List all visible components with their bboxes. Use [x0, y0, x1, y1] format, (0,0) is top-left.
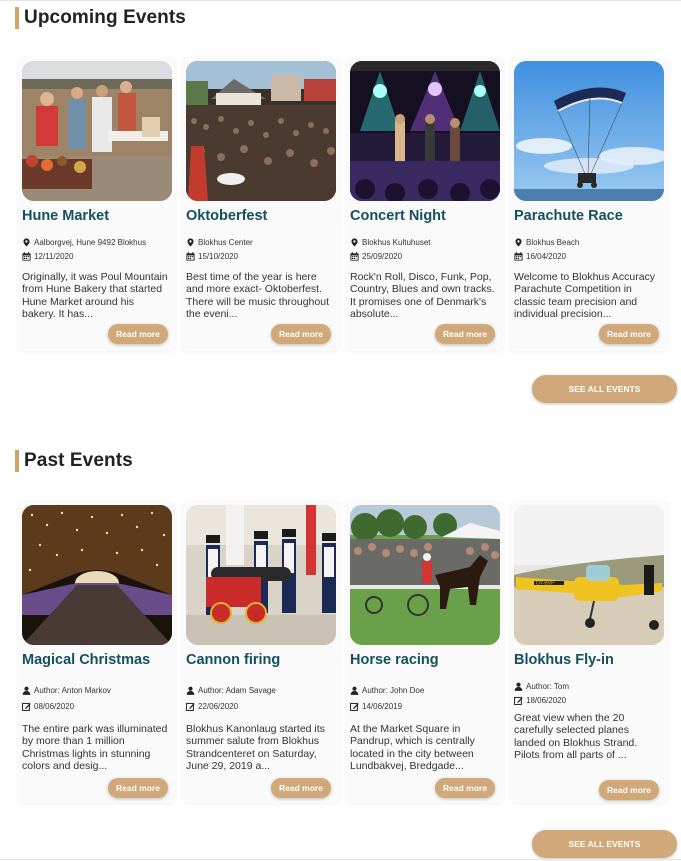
event-image-oktoberfest[interactable] [186, 61, 336, 201]
event-author-text: Author: John Doe [362, 686, 425, 695]
event-date-text: 18/06/2020 [526, 696, 567, 705]
bottom-divider [0, 859, 681, 860]
event-card-magical-christmas[interactable]: Magical Christmas Author: Anton Markov 0… [18, 501, 176, 803]
read-more-button[interactable]: Read more [108, 324, 168, 344]
event-card-concert-night[interactable]: Concert Night Blokhus Kultuhuset 25/09/2… [346, 57, 504, 351]
event-card-hune-market[interactable]: Hune Market Aalborgvej, Hune 9492 Blokhu… [18, 57, 176, 351]
upcoming-events-heading: Upcoming Events [15, 7, 186, 29]
event-card-blokhus-fly-in[interactable]: OY-BVP Blokhus Fly-in Author: Tom 18/06/… [510, 501, 668, 803]
event-image-parachute-race[interactable] [514, 61, 664, 201]
map-pin-icon [187, 238, 194, 247]
event-card-parachute-race[interactable]: Parachute Race Blokhus Beach 16/04/2020 … [510, 57, 668, 351]
event-title[interactable]: Blokhus Fly-in [514, 652, 614, 668]
event-card-cannon-firing[interactable]: Cannon firing Author: Adam Savage 22/06/… [182, 501, 340, 803]
read-more-button[interactable]: Read more [435, 778, 495, 798]
event-location: Blokhus Beach [514, 238, 579, 247]
event-location: Aalborgvej, Hune 9492 Blokhus [22, 238, 146, 247]
edit-icon [186, 702, 195, 711]
event-image-cannon-firing[interactable] [186, 505, 336, 645]
map-pin-icon [515, 238, 522, 247]
edit-icon [22, 702, 31, 711]
event-author-text: Author: Anton Markov [34, 686, 111, 695]
map-pin-icon [23, 238, 30, 247]
event-published-date: 22/06/2020 [186, 702, 238, 711]
event-image-concert-night[interactable] [350, 61, 500, 201]
event-title[interactable]: Cannon firing [186, 652, 280, 668]
event-published-date: 14/06/2019 [350, 702, 402, 711]
read-more-button[interactable]: Read more [435, 324, 495, 344]
event-author: Author: Tom [514, 682, 569, 691]
past-events-heading: Past Events [15, 450, 133, 472]
see-all-upcoming-events-button[interactable]: SEE ALL EVENTS [532, 375, 677, 403]
user-icon [514, 682, 523, 691]
event-title[interactable]: Parachute Race [514, 208, 623, 224]
event-title[interactable]: Concert Night [350, 208, 446, 224]
user-icon [350, 686, 359, 695]
event-date-text: 25/09/2020 [362, 252, 403, 261]
event-title[interactable]: Oktoberfest [186, 208, 267, 224]
user-icon [186, 686, 195, 695]
event-image-hune-market[interactable] [22, 61, 172, 201]
event-image-blokhus-fly-in[interactable]: OY-BVP [514, 505, 664, 645]
edit-icon [350, 702, 359, 711]
past-events-title: Past Events [24, 450, 133, 471]
upcoming-events-title: Upcoming Events [24, 7, 186, 28]
calendar-icon [186, 252, 195, 261]
event-date-text: 14/06/2019 [362, 702, 403, 711]
read-more-button[interactable]: Read more [599, 324, 659, 344]
event-date-text: 16/04/2020 [526, 252, 567, 261]
event-description: Rock'n Roll, Disco, Funk, Pop, Country, … [350, 271, 495, 320]
edit-icon [514, 696, 523, 705]
heading-accent-bar [15, 450, 19, 472]
event-card-horse-racing[interactable]: Horse racing Author: John Doe 14/06/2019… [346, 501, 504, 803]
event-author-text: Author: Adam Savage [198, 686, 276, 695]
event-author-text: Author: Tom [526, 682, 569, 691]
see-all-past-events-button[interactable]: SEE ALL EVENTS [532, 830, 677, 858]
event-description: The entire park was illuminated by more … [22, 723, 168, 772]
calendar-icon [514, 252, 523, 261]
calendar-icon [22, 252, 31, 261]
event-date-text: 15/10/2020 [198, 252, 239, 261]
event-image-magical-christmas[interactable] [22, 505, 172, 645]
heading-accent-bar [15, 7, 19, 29]
event-location: Blokhus Center [186, 238, 253, 247]
top-divider [0, 0, 681, 1]
event-author: Author: Anton Markov [22, 686, 111, 695]
event-description: At the Market Square in Pandrup, which i… [350, 723, 475, 772]
calendar-icon [350, 252, 359, 261]
event-description: Best time of the year is here and more e… [186, 271, 329, 320]
event-author: Author: John Doe [350, 686, 424, 695]
event-location-text: Aalborgvej, Hune 9492 Blokhus [34, 238, 147, 247]
event-title[interactable]: Hune Market [22, 208, 109, 224]
event-title[interactable]: Magical Christmas [22, 652, 150, 668]
event-description: Originally, it was Poul Mountain from Hu… [22, 271, 168, 320]
event-date-text: 12/11/2020 [34, 252, 74, 261]
read-more-button[interactable]: Read more [271, 324, 331, 344]
event-description: Welcome to Blokhus Accuracy Parachute Co… [514, 271, 656, 320]
event-author: Author: Adam Savage [186, 686, 276, 695]
event-date: 15/10/2020 [186, 252, 238, 261]
read-more-button[interactable]: Read more [599, 780, 659, 800]
event-published-date: 08/06/2020 [22, 702, 74, 711]
event-location-text: Blokhus Center [198, 238, 253, 247]
svg-text:OY-BVP: OY-BVP [536, 581, 555, 587]
event-location-text: Blokhus Beach [526, 238, 580, 247]
event-date-text: 08/06/2020 [34, 702, 75, 711]
event-description: Great view when the 20 carefully selecte… [514, 712, 638, 761]
event-location: Blokhus Kultuhuset [350, 238, 431, 247]
read-more-button[interactable]: Read more [271, 778, 331, 798]
event-date: 16/04/2020 [514, 252, 566, 261]
event-description: Blokhus Kanonlaug started its summer sal… [186, 723, 325, 772]
event-date-text: 22/06/2020 [198, 702, 239, 711]
event-title[interactable]: Horse racing [350, 652, 439, 668]
user-icon [22, 686, 31, 695]
map-pin-icon [351, 238, 358, 247]
read-more-button[interactable]: Read more [108, 778, 168, 798]
event-date: 12/11/2020 [22, 252, 73, 261]
event-card-oktoberfest[interactable]: Oktoberfest Blokhus Center 15/10/2020 Be… [182, 57, 340, 351]
event-date: 25/09/2020 [350, 252, 402, 261]
event-image-horse-racing[interactable] [350, 505, 500, 645]
event-location-text: Blokhus Kultuhuset [362, 238, 431, 247]
event-published-date: 18/06/2020 [514, 696, 566, 705]
